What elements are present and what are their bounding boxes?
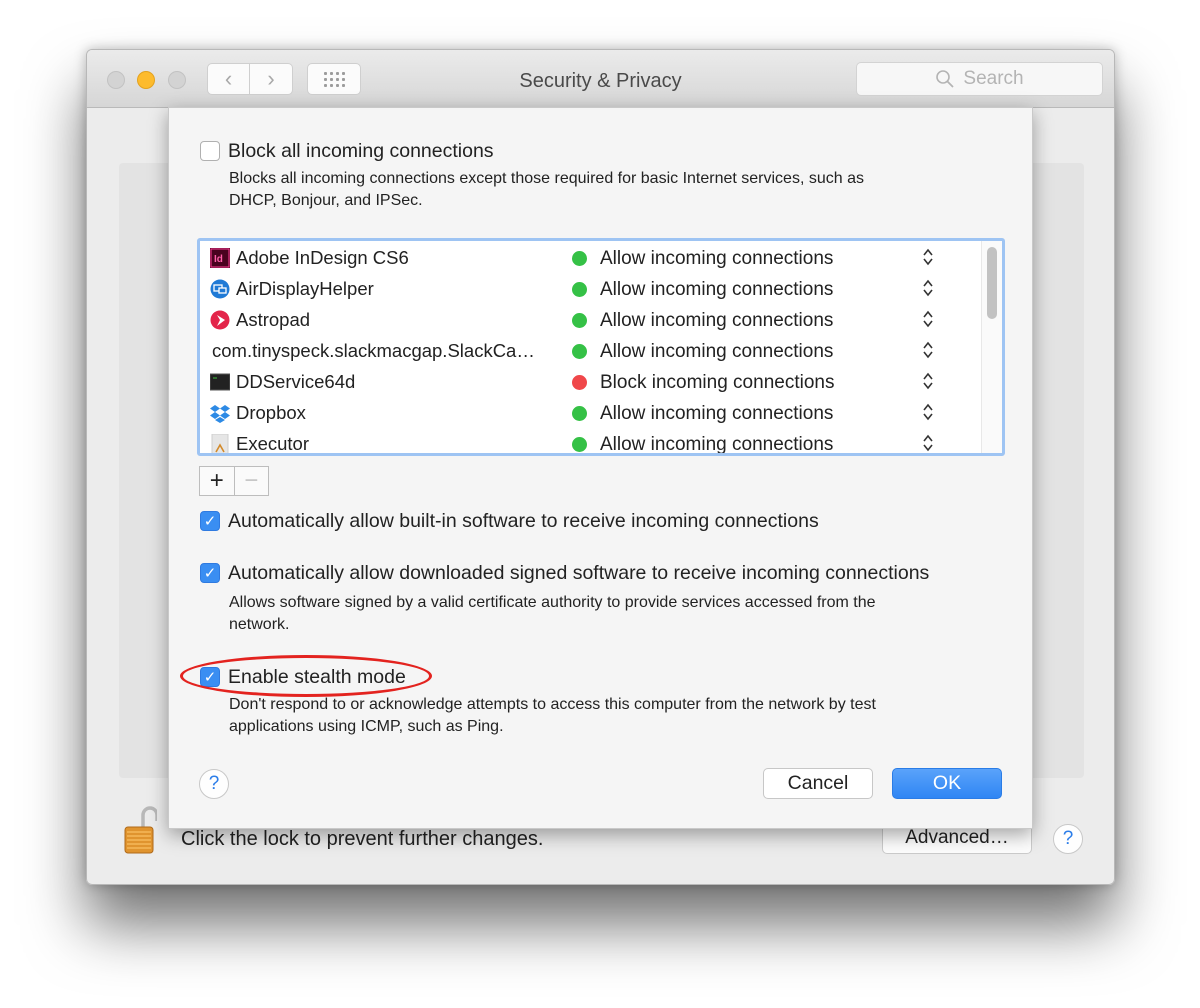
- app-name: Adobe InDesign CS6: [236, 247, 409, 268]
- stealth-mode-label: Enable stealth mode: [228, 666, 406, 688]
- airdisplay-icon: [210, 279, 230, 299]
- list-scrollbar[interactable]: [981, 241, 1002, 453]
- stealth-mode-description: Don't respond to or acknowledge attempts…: [229, 696, 876, 735]
- connection-policy-select[interactable]: Allow incoming connections: [600, 341, 833, 363]
- checkmark-icon: ✓: [203, 669, 217, 686]
- block-all-checkbox[interactable]: [200, 141, 220, 161]
- auto-allow-signed-label: Automatically allow downloaded signed so…: [228, 562, 930, 584]
- app-name: Astropad: [236, 309, 311, 330]
- connection-policy-select[interactable]: Allow incoming connections: [600, 403, 833, 425]
- app-firewall-list[interactable]: Id Adobe InDesign CS6 Allow incoming con…: [197, 238, 1005, 456]
- allow-status-dot: [572, 251, 587, 266]
- app-row[interactable]: Dropbox Allow incoming connections: [200, 398, 980, 429]
- allow-status-dot: [572, 344, 587, 359]
- allow-status-dot: [572, 313, 587, 328]
- app-name: Dropbox: [236, 402, 306, 423]
- sheet-help-button[interactable]: ?: [199, 769, 229, 799]
- search-placeholder: Search: [963, 68, 1024, 89]
- checkmark-icon: ✓: [203, 565, 217, 582]
- executor-icon: [211, 434, 229, 453]
- search-icon: [936, 70, 955, 88]
- terminal-icon: [210, 373, 230, 391]
- firewall-options-sheet: Block all incoming connections Blocks al…: [168, 107, 1033, 829]
- up-down-chevron-icon[interactable]: [920, 246, 936, 268]
- app-name: com.tinyspeck.slackmacgap.SlackCa…: [212, 340, 535, 361]
- app-name: DDService64d: [236, 371, 356, 392]
- lock-status-text: Click the lock to prevent further change…: [181, 828, 544, 850]
- remove-app-button[interactable]: −: [235, 467, 269, 495]
- up-down-chevron-icon[interactable]: [920, 432, 936, 454]
- allow-status-dot: [572, 282, 587, 297]
- app-row[interactable]: Id Adobe InDesign CS6 Allow incoming con…: [200, 243, 980, 274]
- allow-status-dot: [572, 437, 587, 452]
- block-status-dot: [572, 375, 587, 390]
- unlocked-padlock-icon[interactable]: [123, 805, 157, 855]
- app-name: AirDisplayHelper: [236, 278, 374, 299]
- up-down-chevron-icon[interactable]: [920, 308, 936, 330]
- dropbox-icon: [210, 405, 230, 423]
- up-down-chevron-icon[interactable]: [920, 401, 936, 423]
- connection-policy-select[interactable]: Allow incoming connections: [600, 310, 833, 332]
- indesign-icon: Id: [210, 248, 230, 268]
- app-row[interactable]: Executor Allow incoming connections: [200, 429, 980, 454]
- allow-status-dot: [572, 406, 587, 421]
- auto-allow-builtin-label: Automatically allow built-in software to…: [228, 510, 819, 532]
- auto-allow-builtin-checkbox[interactable]: ✓: [200, 511, 220, 531]
- auto-allow-signed-description: Allows software signed by a valid certif…: [229, 594, 876, 633]
- connection-policy-select[interactable]: Allow incoming connections: [600, 279, 833, 301]
- auto-allow-signed-checkbox[interactable]: ✓: [200, 563, 220, 583]
- title-bar: ‹ › Security & Privacy Search: [87, 50, 1114, 108]
- up-down-chevron-icon[interactable]: [920, 277, 936, 299]
- up-down-chevron-icon[interactable]: [920, 339, 936, 361]
- up-down-chevron-icon[interactable]: [920, 370, 936, 392]
- connection-policy-select[interactable]: Allow incoming connections: [600, 248, 833, 270]
- connection-policy-select[interactable]: Allow incoming connections: [600, 434, 833, 453]
- help-button[interactable]: ?: [1053, 824, 1083, 854]
- search-field[interactable]: Search: [856, 62, 1103, 96]
- app-row[interactable]: com.tinyspeck.slackmacgap.SlackCa… Allow…: [200, 336, 980, 367]
- astropad-icon: [210, 310, 230, 330]
- svg-text:Id: Id: [214, 254, 223, 265]
- checkmark-icon: ✓: [203, 513, 217, 530]
- ok-button[interactable]: OK: [892, 768, 1002, 799]
- add-remove-control: + −: [199, 466, 269, 496]
- block-all-label: Block all incoming connections: [228, 140, 494, 162]
- connection-policy-select[interactable]: Block incoming connections: [600, 372, 834, 394]
- add-app-button[interactable]: +: [200, 467, 235, 495]
- app-row[interactable]: DDService64d Block incoming connections: [200, 367, 980, 398]
- app-row[interactable]: Astropad Allow incoming connections: [200, 305, 980, 336]
- app-name: Executor: [236, 433, 310, 454]
- app-row[interactable]: AirDisplayHelper Allow incoming connecti…: [200, 274, 980, 305]
- stealth-mode-checkbox[interactable]: ✓: [200, 667, 220, 687]
- cancel-button[interactable]: Cancel: [763, 768, 873, 799]
- scrollbar-thumb[interactable]: [987, 247, 997, 319]
- block-all-description: Blocks all incoming connections except t…: [229, 170, 864, 209]
